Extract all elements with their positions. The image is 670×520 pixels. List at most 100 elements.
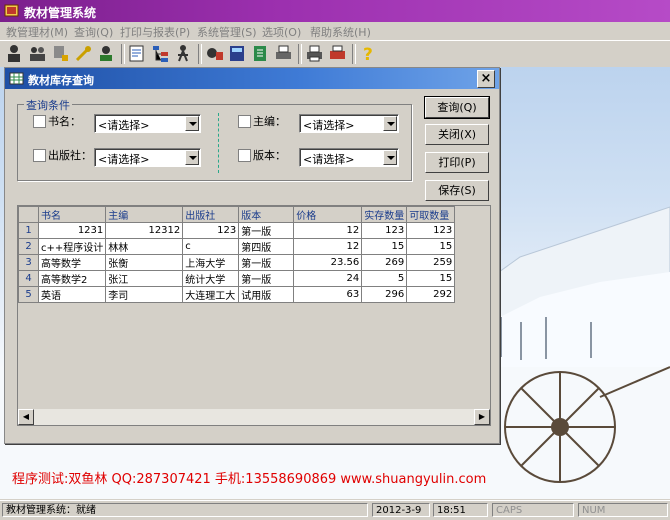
- cell-edition[interactable]: 第一版: [238, 222, 295, 239]
- printer-icon[interactable]: [304, 43, 325, 64]
- close-icon[interactable]: ×: [477, 70, 495, 88]
- book-name-select[interactable]: <请选择>: [94, 114, 201, 133]
- cell-stock[interactable]: 5: [361, 270, 408, 287]
- help-icon[interactable]: ?: [358, 43, 379, 64]
- cell-book[interactable]: 1231: [37, 222, 107, 239]
- menu-system[interactable]: 系统管理(S): [197, 24, 257, 40]
- cell-available[interactable]: 15: [406, 270, 456, 287]
- column-header[interactable]: 价格: [293, 206, 363, 223]
- cell-edition[interactable]: 第一版: [238, 270, 295, 287]
- save-button[interactable]: 保存(S): [425, 180, 489, 201]
- editor-select[interactable]: <请选择>: [299, 114, 399, 133]
- cell-editor[interactable]: 李司: [105, 286, 184, 303]
- close-button[interactable]: 关闭(X): [425, 124, 489, 145]
- cell-edition[interactable]: 试用版: [238, 286, 295, 303]
- menu-options[interactable]: 选项(O): [262, 24, 301, 40]
- chevron-down-icon[interactable]: [383, 150, 397, 165]
- horizontal-scrollbar[interactable]: ◀ ▶: [18, 409, 490, 425]
- row-number[interactable]: 3: [18, 254, 39, 271]
- printer-setup-icon[interactable]: [273, 43, 294, 64]
- cell-edition[interactable]: 第四版: [238, 238, 295, 255]
- table-row[interactable]: 2 c++程序设计 林林 c 第四版 12 15 15: [18, 238, 456, 255]
- cell-publisher[interactable]: 大连理工大: [182, 286, 240, 303]
- column-header[interactable]: 版本: [238, 206, 295, 223]
- cell-stock[interactable]: 296: [361, 286, 408, 303]
- key-icon[interactable]: [50, 43, 71, 64]
- chevron-down-icon[interactable]: [185, 150, 199, 165]
- preview-icon[interactable]: [327, 43, 348, 64]
- query-button[interactable]: 查询(Q): [424, 96, 490, 119]
- cell-editor[interactable]: 张江: [105, 270, 184, 287]
- menu-print[interactable]: 打印与报表(P): [120, 24, 190, 40]
- column-header[interactable]: 主编: [105, 206, 184, 223]
- cell-publisher[interactable]: 统计大学: [182, 270, 240, 287]
- cell-available[interactable]: 123: [406, 222, 456, 239]
- inventory-query-title-bar[interactable]: 教材库存查询 ×: [5, 68, 499, 89]
- cell-book[interactable]: c++程序设计: [37, 238, 107, 255]
- wrench-icon[interactable]: [73, 43, 94, 64]
- cell-stock[interactable]: 15: [361, 238, 408, 255]
- row-number[interactable]: 5: [18, 286, 39, 303]
- table-row[interactable]: 5 英语 李司 大连理工大 试用版 63 296 292: [18, 286, 456, 303]
- row-number[interactable]: 1: [18, 222, 39, 239]
- cell-publisher[interactable]: c: [182, 238, 240, 255]
- cell-available[interactable]: 259: [406, 254, 456, 271]
- profile-icon[interactable]: [96, 43, 117, 64]
- cell-stock[interactable]: 123: [361, 222, 408, 239]
- table-row[interactable]: 4 高等数学2 张江 统计大学 第一版 24 5 15: [18, 270, 456, 287]
- print-button[interactable]: 打印(P): [425, 152, 489, 173]
- menu-help[interactable]: 帮助系统(H): [310, 24, 371, 40]
- column-header[interactable]: 出版社: [182, 206, 240, 223]
- window-table-icon: [9, 72, 24, 85]
- cell-price[interactable]: 24: [293, 270, 363, 287]
- cell-editor[interactable]: 张衡: [105, 254, 184, 271]
- cell-price[interactable]: 12: [293, 238, 363, 255]
- table-row[interactable]: 1 1231 12312 123 第一版 12 123 123: [18, 222, 456, 239]
- cell-publisher[interactable]: 上海大学: [182, 254, 240, 271]
- column-header[interactable]: 实存数量: [361, 206, 408, 223]
- column-header[interactable]: 可取数量: [406, 206, 456, 223]
- cell-price[interactable]: 23.56: [293, 254, 363, 271]
- person-icon[interactable]: [173, 43, 194, 64]
- group-icon[interactable]: [27, 43, 48, 64]
- book-name-checkbox[interactable]: [33, 115, 46, 128]
- chevron-down-icon[interactable]: [383, 116, 397, 131]
- row-number[interactable]: 4: [18, 270, 39, 287]
- chart-icon[interactable]: [204, 43, 225, 64]
- edition-select[interactable]: <请选择>: [299, 148, 399, 167]
- calculator-icon[interactable]: [227, 43, 248, 64]
- cell-stock[interactable]: 269: [361, 254, 408, 271]
- cell-edition[interactable]: 第一版: [238, 254, 295, 271]
- publisher-checkbox[interactable]: [33, 149, 46, 162]
- edition-checkbox[interactable]: [238, 149, 251, 162]
- scroll-left-icon[interactable]: ◀: [18, 409, 34, 425]
- menu-textbook[interactable]: 教管理材(M): [6, 24, 68, 40]
- cell-book[interactable]: 英语: [37, 286, 107, 303]
- cell-price[interactable]: 12: [293, 222, 363, 239]
- group-title: 查询条件: [24, 97, 72, 113]
- publisher-select[interactable]: <请选择>: [94, 148, 201, 167]
- cell-price[interactable]: 63: [293, 286, 363, 303]
- cell-book[interactable]: 高等数学: [37, 254, 107, 271]
- app-title-bar[interactable]: 教材管理系统: [0, 0, 670, 22]
- cell-available[interactable]: 292: [406, 286, 456, 303]
- book-edit-icon[interactable]: [127, 43, 148, 64]
- toolbar-separator: [352, 44, 356, 64]
- chevron-down-icon[interactable]: [185, 116, 199, 131]
- users-icon[interactable]: [4, 43, 25, 64]
- cell-editor[interactable]: 12312: [105, 222, 184, 239]
- scroll-right-icon[interactable]: ▶: [474, 409, 490, 425]
- cell-available[interactable]: 15: [406, 238, 456, 255]
- tree-icon[interactable]: [150, 43, 171, 64]
- table-row[interactable]: 3 高等数学 张衡 上海大学 第一版 23.56 269 259: [18, 254, 456, 271]
- cell-editor[interactable]: 林林: [105, 238, 184, 255]
- column-header[interactable]: 书名: [37, 206, 107, 223]
- cell-book[interactable]: 高等数学2: [37, 270, 107, 287]
- menu-query[interactable]: 查询(Q): [74, 24, 113, 40]
- toolbar-separator: [198, 44, 202, 64]
- row-number[interactable]: 2: [18, 238, 39, 255]
- inventory-query-window: 教材库存查询 × 查询条件 书名： <请选择> 主编： <请选择> 出版社： <…: [4, 67, 500, 444]
- export-icon[interactable]: [250, 43, 271, 64]
- editor-checkbox[interactable]: [238, 115, 251, 128]
- cell-publisher[interactable]: 123: [182, 222, 240, 239]
